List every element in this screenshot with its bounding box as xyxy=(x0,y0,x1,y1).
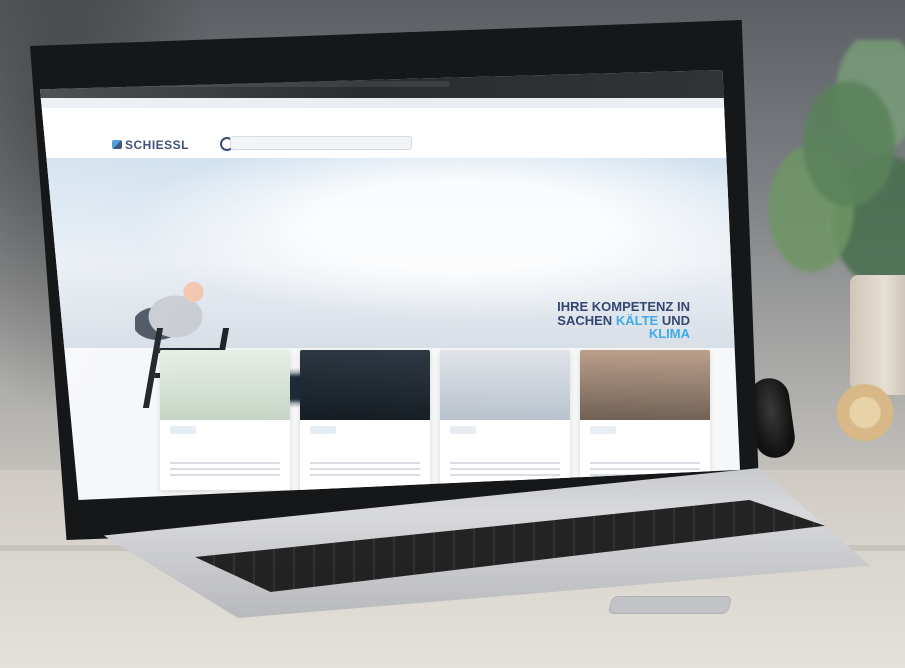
card-badge xyxy=(590,426,616,434)
laptop-screen: SCHIESSL IHRE KOMPETENZ IN SACHEN KÄLTE … xyxy=(40,70,740,500)
hero-banner: IHRE KOMPETENZ IN SACHEN KÄLTE UND KLIMA xyxy=(40,158,740,408)
hero-headline-line-2: SACHEN KÄLTE UND xyxy=(490,312,690,328)
schiessl-logo[interactable]: SCHIESSL xyxy=(125,138,189,152)
card-image xyxy=(580,350,710,420)
search-input[interactable] xyxy=(230,136,412,150)
plant-leaves xyxy=(735,40,905,300)
card-image xyxy=(300,350,430,420)
card-excerpt xyxy=(310,462,420,480)
card-badge xyxy=(170,426,196,434)
content-card[interactable] xyxy=(160,350,290,490)
hero-headline: IHRE KOMPETENZ IN SACHEN KÄLTE UND KLIMA xyxy=(490,300,690,341)
content-card[interactable] xyxy=(580,350,710,490)
card-image xyxy=(440,350,570,420)
dried-flower-decoration xyxy=(830,375,900,450)
hero-headline-word-sachen: SACHEN xyxy=(557,312,613,328)
hero-headline-line-1: IHRE KOMPETENZ IN xyxy=(557,299,690,314)
hero-headline-accent-klima: KLIMA xyxy=(648,326,690,342)
laptop-trackpad xyxy=(607,596,733,614)
content-card[interactable] xyxy=(440,350,570,490)
website-header: SCHIESSL xyxy=(40,108,740,158)
card-image xyxy=(160,350,290,420)
schiessl-logo-mark-icon[interactable] xyxy=(112,140,122,149)
card-badge xyxy=(450,426,476,434)
content-card[interactable] xyxy=(300,350,430,490)
card-excerpt xyxy=(450,462,560,480)
card-badge xyxy=(310,426,336,434)
content-cards xyxy=(160,350,720,490)
website-topbar xyxy=(40,98,740,108)
card-excerpt xyxy=(170,462,280,480)
